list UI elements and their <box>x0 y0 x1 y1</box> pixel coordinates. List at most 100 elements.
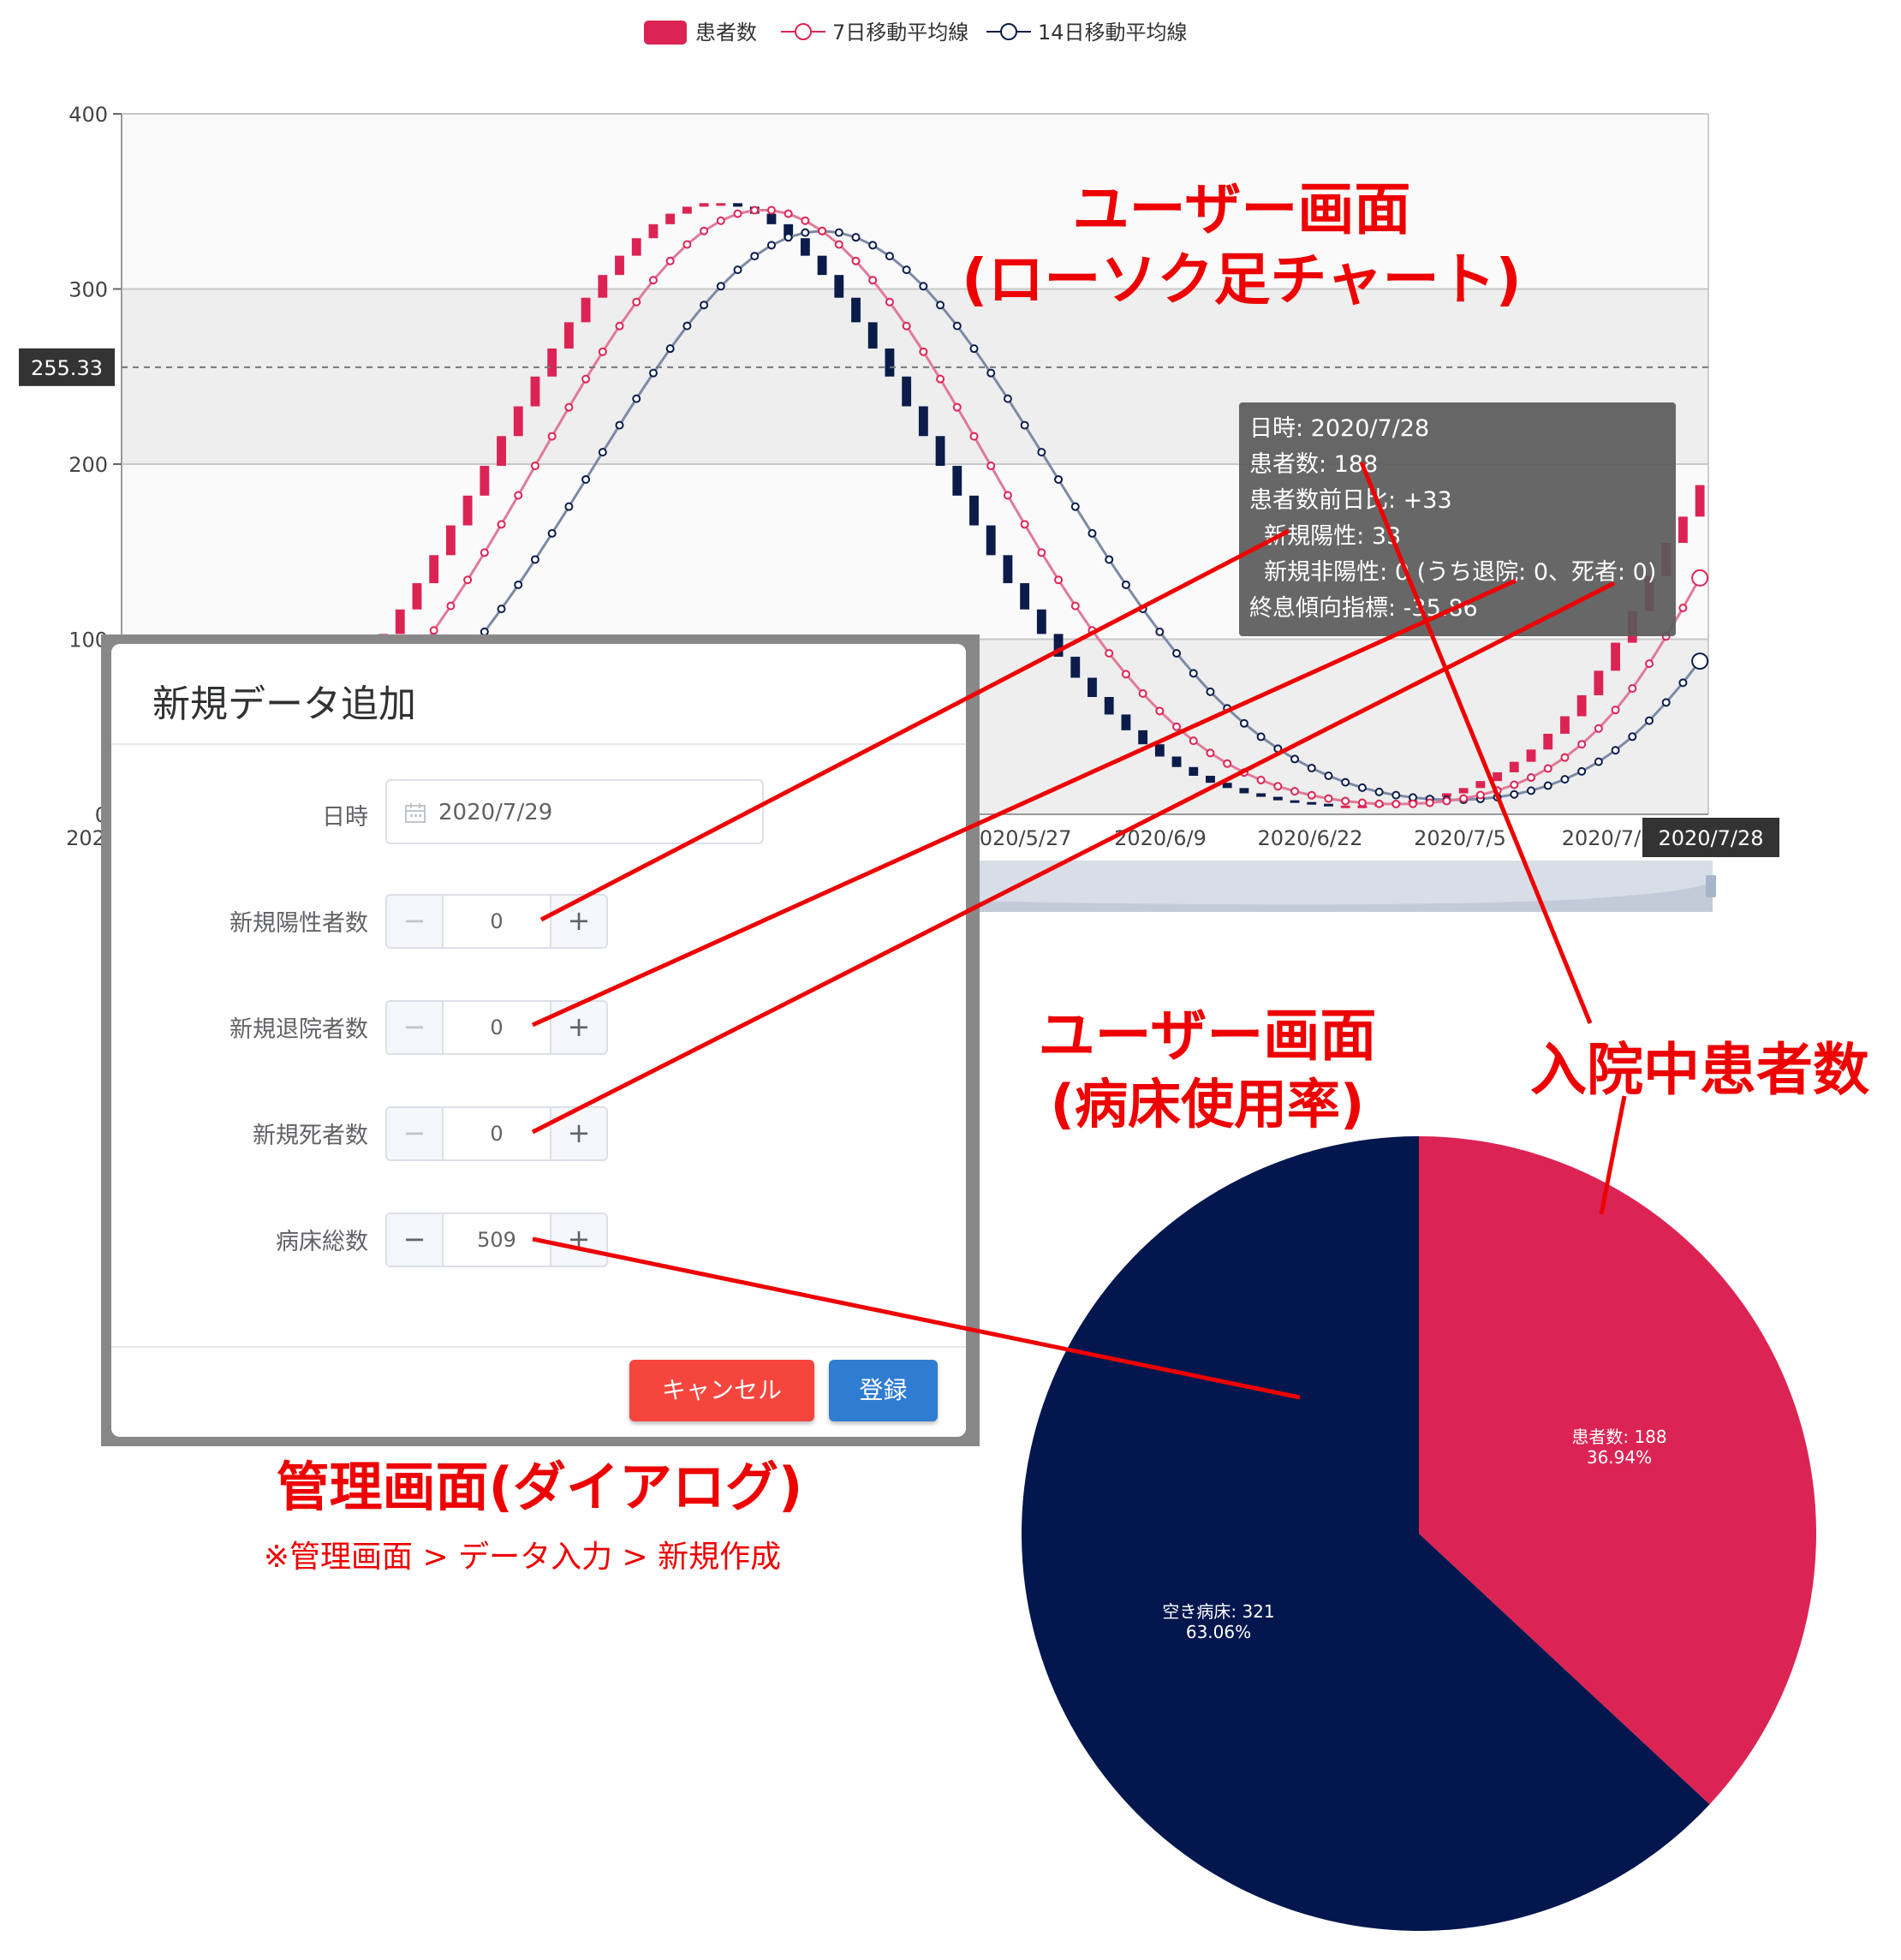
ma7-point <box>1273 782 1283 791</box>
ma7-point <box>480 548 489 557</box>
ma14-point <box>1374 787 1384 796</box>
decrement-button[interactable]: − <box>387 1002 444 1053</box>
candle <box>1121 714 1131 730</box>
positive-label: 新規陽性者数 <box>229 910 368 937</box>
death-value[interactable]: 0 <box>444 1122 550 1146</box>
ma14-point <box>1239 718 1248 728</box>
beds-label: 病床総数 <box>276 1229 368 1255</box>
ma14-point <box>700 301 709 310</box>
ma14-point <box>1070 502 1080 511</box>
x-tick-label: 2020/6/9 <box>1114 826 1207 850</box>
ma14-point <box>1324 771 1333 781</box>
date-value: 2020/7/29 <box>438 800 553 825</box>
ma7-point <box>851 256 861 265</box>
ma7-point <box>1138 688 1147 698</box>
cancel-button[interactable]: キャンセル <box>629 1360 814 1421</box>
tooltip-line: 終息傾向指標: -35.86 <box>1249 595 1478 622</box>
candle <box>885 349 895 377</box>
ma7-point <box>1611 706 1620 715</box>
candle <box>412 583 422 610</box>
ma7-point <box>766 206 776 215</box>
discharge-stepper[interactable]: − 0 + <box>385 1000 608 1055</box>
candle <box>429 555 439 584</box>
increment-button[interactable]: + <box>550 1108 606 1159</box>
decrement-button[interactable]: − <box>387 1108 444 1159</box>
x-tick-label: 2020/5/27 <box>966 826 1071 850</box>
submit-button[interactable]: 登録 <box>829 1360 938 1421</box>
death-label: 新規死者数 <box>253 1123 368 1149</box>
pie-annotation-line2: (病床使用率) <box>1050 1073 1365 1135</box>
candle <box>952 466 962 496</box>
ma14-point <box>1189 669 1198 678</box>
candle <box>1206 776 1215 783</box>
ma7-point <box>733 209 742 218</box>
candle <box>935 436 945 467</box>
beds-value[interactable]: 509 <box>444 1228 550 1252</box>
ma7-point <box>682 240 692 249</box>
ma14-point <box>1691 652 1709 670</box>
decrement-button[interactable]: − <box>387 1214 444 1266</box>
ma14-point <box>1357 783 1367 792</box>
increment-button[interactable]: + <box>550 896 606 947</box>
ma14-point <box>1223 704 1232 713</box>
ma7-point <box>1324 794 1333 803</box>
death-stepper[interactable]: − 0 + <box>385 1106 608 1161</box>
ma14-point <box>530 555 539 564</box>
positive-value[interactable]: 0 <box>444 909 550 933</box>
ma14-point <box>1290 754 1300 764</box>
pie-annotation-line1: ユーザー画面 <box>1038 1003 1377 1069</box>
ma7-point <box>834 240 843 249</box>
screenshot-stage: 患者数7日移動平均線14日移動平均線0100200300400255.33202… <box>0 0 1901 1960</box>
candle <box>1458 788 1469 794</box>
ma7-point <box>1475 790 1485 800</box>
ma14-point <box>581 474 591 484</box>
legend-swatch-ma14-marker <box>1000 23 1017 40</box>
candle <box>918 406 928 437</box>
candle <box>800 238 810 256</box>
ma7-point <box>1594 724 1603 733</box>
decrement-button[interactable]: − <box>387 896 444 947</box>
ma14-point <box>1054 474 1064 484</box>
y-tick-label: 200 <box>69 453 108 477</box>
ma7-point <box>1560 753 1570 762</box>
ma14-point <box>733 265 742 275</box>
candle <box>462 495 473 526</box>
ma14-point <box>648 368 658 378</box>
discharge-value[interactable]: 0 <box>444 1016 550 1040</box>
ma14-point <box>1645 716 1654 725</box>
ma7-point <box>1054 575 1064 585</box>
tooltip-line: 患者数: 188 <box>1249 451 1379 478</box>
positive-stepper[interactable]: − 0 + <box>385 894 608 949</box>
ma7-point <box>632 297 641 307</box>
candle <box>615 255 624 276</box>
tooltip-line: 新規陽性: 33 <box>1249 523 1402 550</box>
ma7-point <box>1543 764 1552 773</box>
candle <box>682 206 692 214</box>
ma7-point <box>1239 768 1248 777</box>
tooltip-line: 新規非陽性: 0 (うち退院: 0、死者: 0) <box>1249 559 1657 586</box>
legend-label: 患者数 <box>695 21 757 45</box>
candle <box>530 376 540 407</box>
ma7-point <box>1409 799 1418 808</box>
x-tick-label: 202 <box>66 826 105 850</box>
crosshair-x-label: 2020/7/28 <box>1658 826 1763 850</box>
admin-path-annotation: ※管理画面 > データ入力 > 新規作成 <box>263 1540 782 1575</box>
candle-annotation-line1: ユーザー画面 <box>1072 176 1411 242</box>
candle <box>1036 609 1046 634</box>
candle <box>716 203 726 206</box>
beds-stepper[interactable]: − 509 + <box>385 1212 608 1267</box>
ma14-point <box>615 420 624 430</box>
legend-swatch-patients <box>644 21 687 45</box>
candle <box>1611 642 1621 671</box>
pie-label: 空き病床: 321 <box>1162 1601 1274 1622</box>
increment-button[interactable]: + <box>550 1214 606 1266</box>
ma7-point <box>1357 798 1367 807</box>
candle <box>1543 733 1553 750</box>
ma14-point <box>1628 732 1637 742</box>
date-input[interactable]: 2020/7/29 <box>385 779 764 844</box>
pie-percent: 63.06% <box>1186 1622 1251 1642</box>
ma7-point <box>1307 790 1316 800</box>
increment-button[interactable]: + <box>550 1002 606 1053</box>
ma7-point <box>1645 659 1654 669</box>
candle <box>547 349 557 377</box>
